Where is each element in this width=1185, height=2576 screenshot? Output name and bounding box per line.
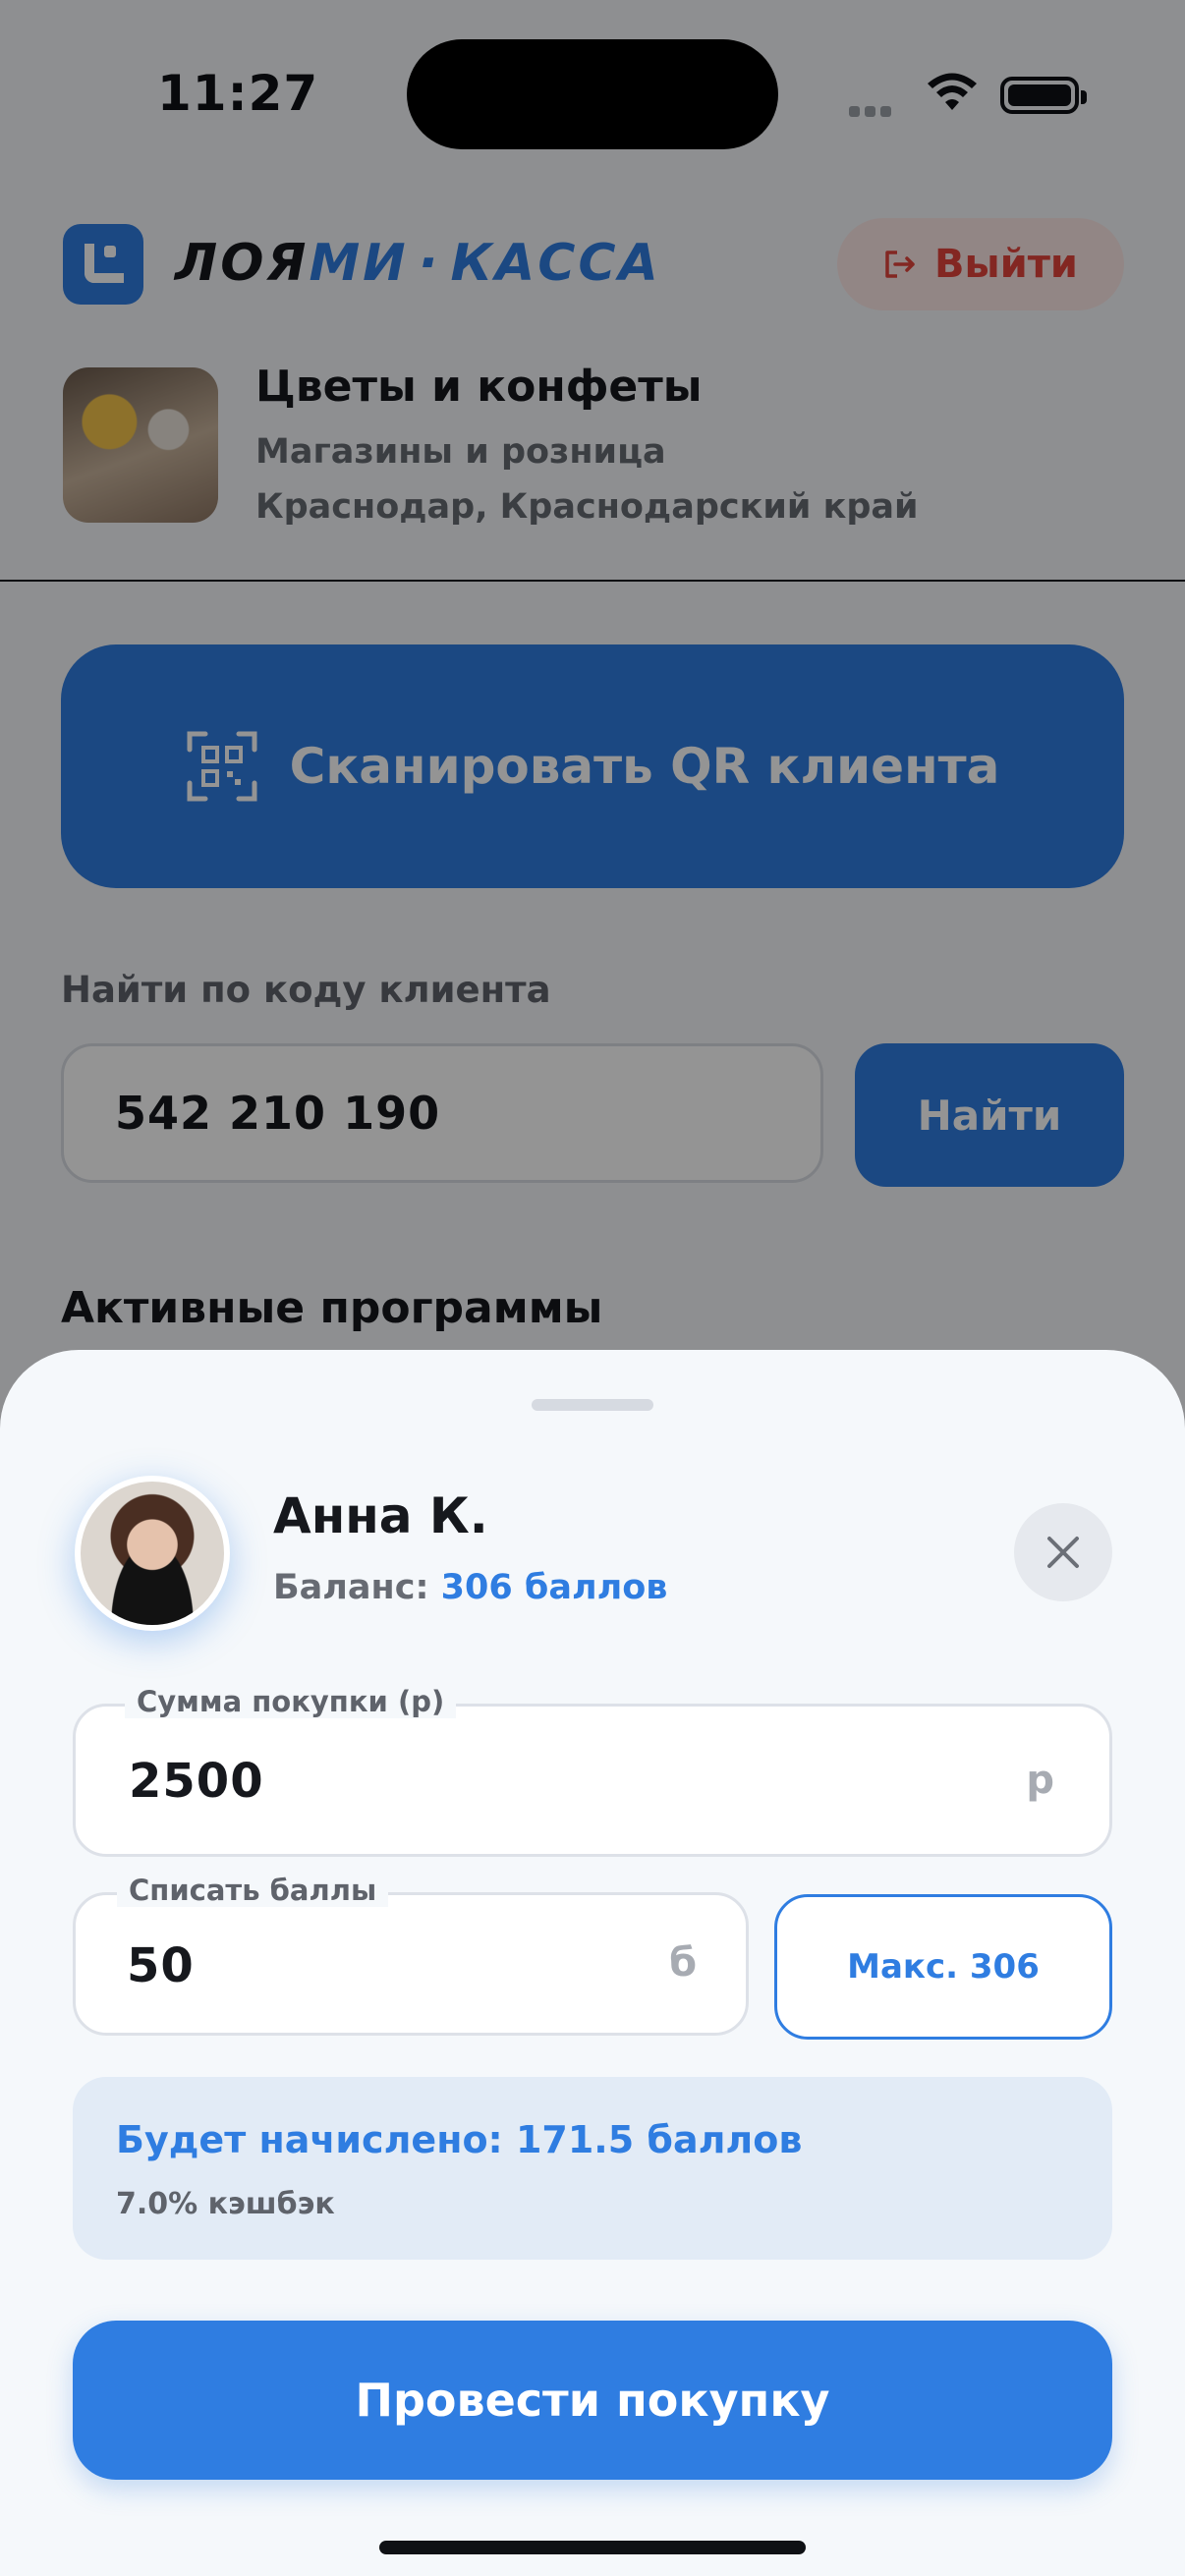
redeem-points-unit: б bbox=[669, 1940, 697, 1986]
customer-name: Анна К. bbox=[273, 1487, 488, 1544]
sheet-grabber[interactable] bbox=[532, 1399, 653, 1411]
customer-balance: Баланс: 306 баллов bbox=[273, 1568, 667, 1607]
purchase-sum-field[interactable]: Сумма покупки (р) 2500 р bbox=[73, 1685, 1112, 1857]
redeem-points-field[interactable]: Списать баллы 50 б bbox=[73, 1874, 749, 2036]
balance-value: 306 баллов bbox=[440, 1568, 668, 1607]
purchase-sum-value[interactable]: 2500 bbox=[129, 1754, 264, 1809]
customer-avatar bbox=[75, 1476, 230, 1631]
balance-label: Баланс: bbox=[273, 1568, 429, 1607]
accrual-info-box: Будет начислено: 171.5 баллов 7.0% кэшбэ… bbox=[73, 2077, 1112, 2260]
home-indicator bbox=[379, 2541, 806, 2554]
purchase-sum-legend: Сумма покупки (р) bbox=[125, 1685, 457, 1718]
accrual-cashback-text: 7.0% кэшбэк bbox=[116, 2187, 335, 2221]
redeem-points-value[interactable]: 50 bbox=[127, 1938, 195, 1993]
accrual-main-text: Будет начислено: 171.5 баллов bbox=[116, 2118, 803, 2161]
redeem-points-legend: Списать баллы bbox=[117, 1874, 389, 1907]
purchase-bottom-sheet: Анна К. Баланс: 306 баллов Сумма покупки… bbox=[0, 1350, 1185, 2576]
purchase-sum-unit: р bbox=[1026, 1758, 1054, 1803]
max-points-button[interactable]: Макс. 306 bbox=[774, 1894, 1112, 2040]
close-button[interactable] bbox=[1014, 1503, 1112, 1601]
close-icon bbox=[1047, 1537, 1079, 1568]
submit-purchase-button[interactable]: Провести покупку bbox=[73, 2321, 1112, 2480]
